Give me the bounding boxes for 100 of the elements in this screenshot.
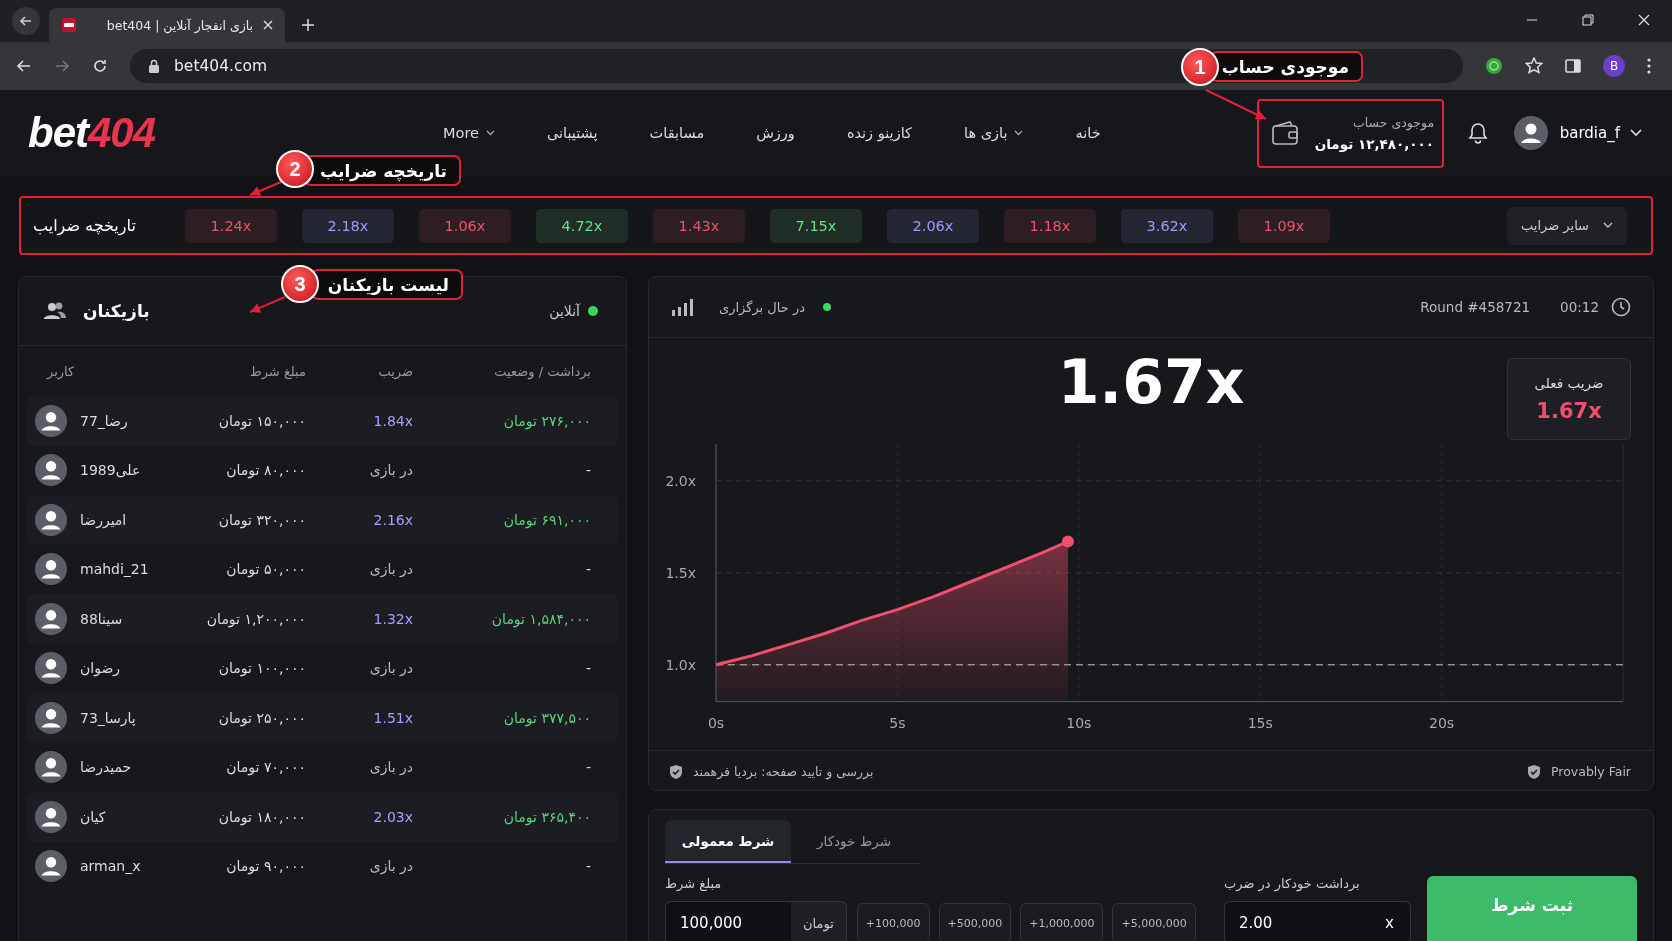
multiplier-chip[interactable]: 1.24x — [185, 208, 277, 243]
round-status: در حال برگزاری — [719, 299, 805, 315]
player-name: سینا88 — [80, 610, 123, 627]
bet-amount: ۱۰۰,۰۰۰ تومان — [218, 660, 306, 677]
bet-tab[interactable]: شرط خودکار — [791, 820, 917, 863]
live-dot — [823, 303, 831, 311]
panel-title: بازیکنان — [83, 301, 150, 321]
online-dot — [588, 306, 598, 316]
balance-card[interactable]: موجودی حساب ۱۲,۴۸۰,۰۰۰ تومان — [1256, 98, 1444, 168]
lock-icon — [148, 59, 160, 73]
new-tab-icon[interactable] — [301, 18, 315, 32]
username[interactable]: bardia_f — [1559, 124, 1620, 142]
axis-tick-label: 1.0x — [665, 656, 696, 673]
notification-bell-icon[interactable] — [1467, 122, 1488, 144]
payout-value: ۳۶۵,۴۰۰ تومان — [503, 808, 591, 825]
user-avatar — [35, 503, 67, 536]
quick-add-button[interactable]: +500,000 — [938, 903, 1012, 941]
back-icon[interactable] — [16, 58, 32, 74]
nav-link[interactable]: کازینو زنده — [846, 125, 912, 141]
quick-add-button[interactable]: +100,000 — [856, 903, 930, 941]
bet-amount: ۳۲۰,۰۰۰ تومان — [218, 511, 306, 528]
multiplier-value: در بازی — [369, 462, 413, 479]
payout-value: - — [585, 462, 591, 479]
logo[interactable]: bet404 — [28, 109, 188, 157]
user-avatar — [35, 404, 67, 437]
multiplier-chip[interactable]: 3.62x — [1121, 208, 1213, 243]
user-avatar — [35, 701, 67, 734]
user-avatar[interactable] — [1513, 116, 1548, 150]
multiplier-value: 1.84x — [373, 412, 413, 429]
forward-icon[interactable] — [54, 58, 70, 74]
bet-amount: ۱۸۰,۰۰۰ تومان — [218, 808, 306, 825]
player-name: mahdi_21 — [80, 561, 149, 578]
axis-tick-label: 15s — [1247, 715, 1273, 731]
chevron-down-icon[interactable] — [1603, 222, 1613, 229]
payout-value: - — [585, 561, 591, 578]
clock-icon — [1611, 297, 1631, 317]
payout-value: - — [585, 858, 591, 875]
multiplier-value: در بازی — [369, 561, 413, 578]
round-number: Round #458721 — [1420, 299, 1531, 315]
bet-amount: ۱۵۰,۰۰۰ تومان — [218, 412, 306, 429]
chevron-down-icon[interactable] — [485, 130, 495, 136]
player-name: پارسا_73 — [80, 709, 136, 726]
multiplier-value: 2.03x — [373, 808, 413, 825]
multiplier-chip[interactable]: 7.15x — [770, 208, 862, 243]
multiplier-chip[interactable]: 1.09x — [1238, 208, 1330, 243]
multiplier-chip[interactable]: 1.18x — [1004, 208, 1096, 243]
multiplier-chip[interactable]: 1.43x — [653, 208, 745, 243]
close-icon[interactable] — [263, 20, 273, 30]
round-timer: 00:12 — [1560, 299, 1599, 315]
quick-add-button[interactable]: +5,000,000 — [1112, 903, 1196, 941]
quick-add-button[interactable]: +1,000,000 — [1020, 903, 1104, 941]
close-window-icon[interactable] — [1638, 14, 1650, 26]
bet-tab[interactable]: شرط معمولی — [665, 820, 791, 863]
shield-icon — [1527, 763, 1541, 780]
payout-value: ۲۷۶,۰۰۰ تومان — [503, 412, 591, 429]
browser-tab[interactable]: بازی انفجار آنلاین | bet404 — [49, 8, 285, 42]
player-name: arman_x — [80, 858, 141, 875]
side-panel-icon[interactable] — [1565, 58, 1581, 74]
player-name: کیان — [80, 808, 106, 825]
provably-fair-label[interactable]: Provably Fair — [1551, 764, 1631, 779]
multiplier-chip[interactable]: 2.06x — [887, 208, 979, 243]
payout-value: ۶۹۱,۰۰۰ تومان — [503, 511, 591, 528]
bet-amount: ۹۰,۰۰۰ تومان — [226, 858, 306, 875]
player-name: حمیدرضا — [80, 759, 132, 776]
favicon-icon — [61, 17, 77, 33]
profile-button[interactable]: B — [1603, 55, 1625, 77]
reload-icon[interactable] — [92, 58, 108, 74]
nav-link[interactable]: مسابقات — [649, 125, 705, 141]
multiplier-chip[interactable]: 1.06x — [419, 208, 511, 243]
annotation-arrow — [1205, 89, 1267, 120]
nav-link[interactable]: بازی ها — [963, 125, 1024, 141]
payout-value: - — [585, 660, 591, 677]
users-icon — [43, 301, 67, 321]
current-multiplier: 1.67x — [1057, 346, 1245, 419]
multiplier-chip[interactable]: 4.72x — [536, 208, 628, 243]
bet-amount: ۸۰,۰۰۰ تومان — [226, 462, 306, 479]
payout-value: - — [585, 759, 591, 776]
player-name: امیررضا — [80, 511, 127, 528]
chevron-down-icon[interactable] — [1014, 130, 1024, 136]
menu-icon[interactable] — [1647, 58, 1651, 74]
nav-link[interactable]: پشتیبانی — [546, 125, 598, 141]
current-multiplier-label: ضریب فعلی — [1534, 375, 1604, 391]
user-avatar — [35, 602, 67, 635]
callout-number: 3 — [281, 265, 319, 303]
axis-tick-label: 10s — [1066, 715, 1092, 731]
extension-icon[interactable] — [1485, 57, 1503, 75]
shield-icon — [669, 763, 683, 780]
more-multipliers-dropdown[interactable]: سایر ضرایب — [1507, 206, 1627, 245]
user-avatar — [35, 751, 67, 784]
multiplier-value: 2.16x — [373, 511, 413, 528]
nav-link[interactable]: خانه — [1075, 125, 1101, 141]
nav-link[interactable]: More — [443, 125, 495, 141]
axis-tick-label: 0s — [707, 715, 725, 731]
field-label: مبلغ شرط — [665, 876, 722, 891]
restore-icon[interactable] — [1582, 14, 1594, 26]
tab-title: بازی انفجار آنلاین | bet404 — [105, 17, 253, 33]
nav-link[interactable]: ورزش — [756, 125, 795, 141]
user-avatar — [35, 454, 67, 487]
payout-value: ۱,۵۸۴,۰۰۰ تومان — [491, 610, 591, 627]
multiplier-chip[interactable]: 2.18x — [302, 208, 394, 243]
